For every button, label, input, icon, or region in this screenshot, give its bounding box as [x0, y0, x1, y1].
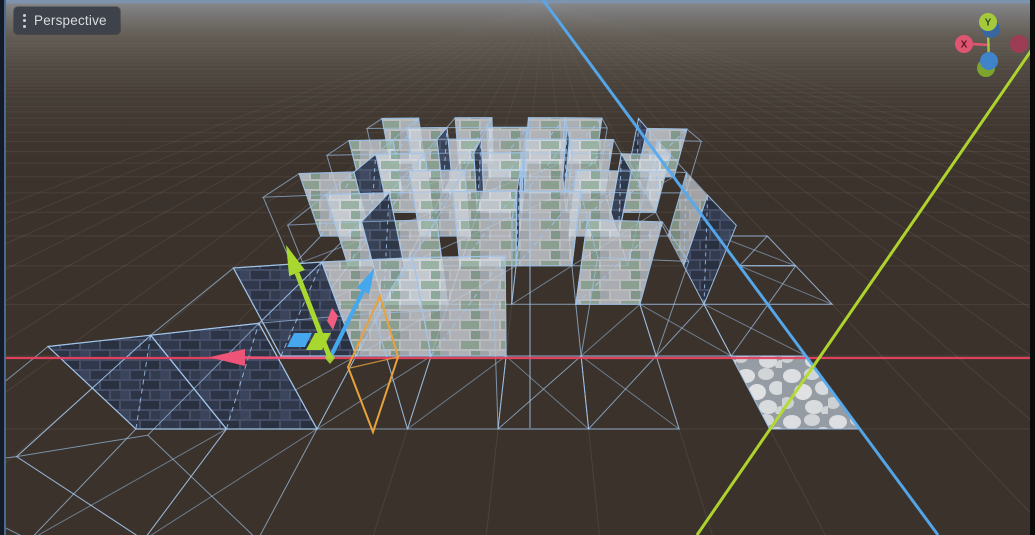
perspective-menu-button[interactable]: Perspective — [14, 7, 120, 34]
axis-x-label: X — [961, 40, 968, 51]
axis-y-label: Y — [985, 18, 992, 29]
3d-viewport[interactable]: Perspective Y X — [0, 0, 1035, 535]
scene-canvas[interactable] — [0, 0, 1035, 535]
axis-x-negative-ball[interactable] — [1010, 35, 1028, 53]
sky-horizon-strip — [0, 0, 1035, 4]
orientation-gizmo[interactable]: Y X — [945, 7, 1035, 83]
viewport-left-accent-border — [4, 0, 6, 535]
wall-tile[interactable] — [452, 190, 518, 267]
gizmo-x-arrow-shaft[interactable] — [244, 356, 331, 360]
axis-z-ball[interactable] — [980, 52, 998, 70]
perspective-label: Perspective — [34, 13, 107, 28]
kebab-vertical-icon — [23, 13, 26, 28]
